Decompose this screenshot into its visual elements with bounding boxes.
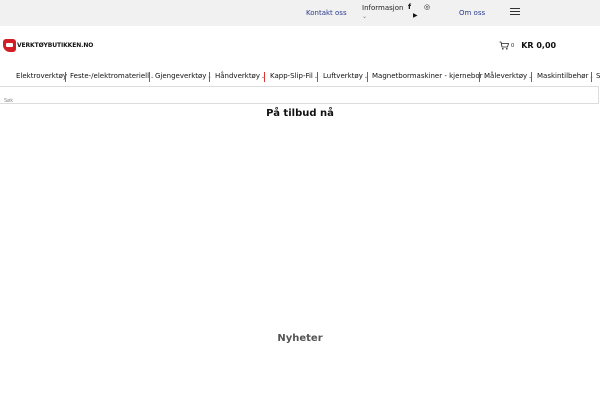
cart-count: 0	[511, 43, 515, 49]
nav-item-elektroverktoy[interactable]: Elektroverktøy	[16, 72, 67, 80]
nav-item-kapp-slip-fil[interactable]: Kapp-Slip-Fil⌄	[270, 72, 318, 80]
contact-link[interactable]: Kontakt oss	[306, 9, 347, 17]
nav-separator	[479, 72, 480, 82]
nav-item-label: Elektroverktøy	[16, 72, 68, 80]
news-heading: Nyheter	[277, 333, 323, 344]
cart[interactable]: 0 KR 0,00	[499, 41, 556, 50]
nav-separator	[209, 72, 210, 82]
nav-item-label: Måleverktøy	[484, 72, 528, 80]
nav-item-label: Kapp-Slip-Fil	[270, 72, 313, 80]
nav-separator	[149, 72, 150, 82]
search-bar	[0, 86, 599, 109]
nav-item-more[interactable]: S	[596, 72, 600, 80]
nav-item-feste-elektromateriell[interactable]: Feste-/elektromateriell⌄	[70, 72, 154, 80]
nav-item-label: Feste-/elektromateriell	[70, 72, 150, 80]
about-link[interactable]: Om oss	[459, 9, 485, 17]
nav-separator	[317, 72, 318, 82]
chevron-down-icon: ⌄	[362, 13, 368, 20]
offers-heading: På tilbud nå	[266, 108, 334, 119]
cart-total: KR 0,00	[521, 41, 557, 50]
search-input[interactable]	[0, 93, 598, 109]
nav-item-gjengeverktoy[interactable]: Gjengeverktøy⌄	[155, 72, 212, 80]
nav-item-maleverktoy[interactable]: Måleverktøy⌄	[484, 72, 532, 80]
nav-separator	[531, 72, 532, 82]
hamburger-menu-icon[interactable]	[510, 8, 520, 16]
site-logo[interactable]: VERKTØYBUTIKKEN.NO	[3, 39, 93, 52]
facebook-icon[interactable]: f	[408, 3, 411, 11]
logo-mark-icon	[3, 39, 16, 52]
nav-separator	[264, 72, 265, 82]
nav-item-label: Håndverktøy	[215, 72, 260, 80]
nav-item-label: Gjengeverktøy	[155, 72, 207, 80]
category-nav: Elektroverktøy Feste-/elektromateriell⌄ …	[0, 68, 600, 86]
logo-text: VERKTØYBUTIKKEN.NO	[17, 42, 94, 49]
instagram-icon[interactable]: ◎	[424, 3, 430, 11]
nav-item-magnetbormaskiner[interactable]: Magnetbormaskiner - kjernebor⌄	[372, 72, 488, 80]
info-menu[interactable]: Informasjon ⌄	[362, 4, 403, 21]
nav-item-label: Maskintilbehør	[537, 72, 589, 80]
chevron-down-icon: ⌄	[150, 74, 155, 80]
nav-item-label: Magnetbormaskiner - kjernebor	[372, 72, 483, 80]
nav-separator	[591, 72, 592, 82]
nav-item-luftverktoy[interactable]: Luftverktøy⌄	[323, 72, 368, 80]
nav-item-label: Luftverktøy	[323, 72, 363, 80]
info-label: Informasjon	[362, 4, 404, 12]
cart-icon	[499, 41, 509, 50]
top-bar: Kontakt oss Informasjon ⌄ f ◎ ▶ Om oss	[0, 0, 600, 26]
nav-item-handverktoy[interactable]: Håndverktøy⌄	[215, 72, 265, 80]
nav-separator	[367, 72, 368, 82]
nav-item-maskintilbehor[interactable]: Maskintilbehør⌄	[537, 72, 594, 80]
nav-separator	[65, 72, 66, 82]
youtube-icon[interactable]: ▶	[413, 12, 418, 20]
nav-item-label: S	[596, 72, 600, 80]
